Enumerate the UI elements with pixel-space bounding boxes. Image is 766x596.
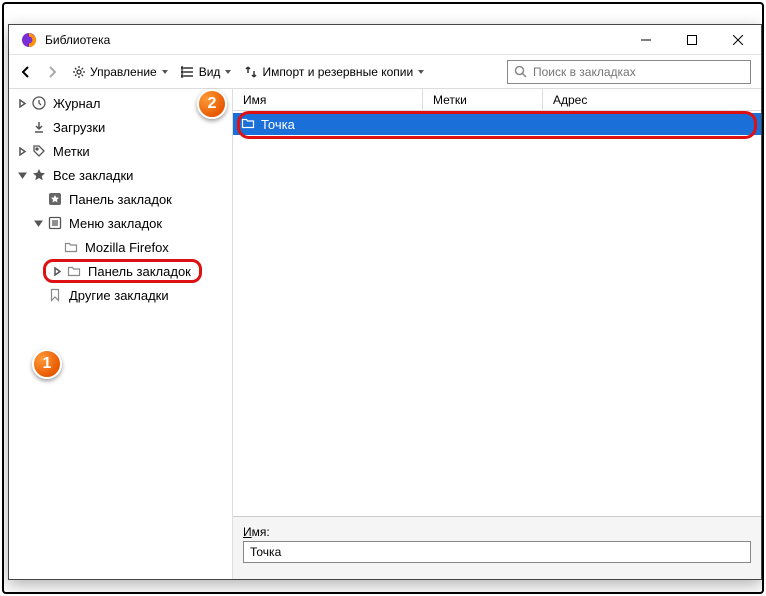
column-address[interactable]: Адрес	[543, 89, 761, 110]
import-backup-button[interactable]: Импорт и резервные копии	[239, 60, 428, 84]
views-button[interactable]: Вид	[176, 60, 236, 84]
import-label: Импорт и резервные копии	[262, 65, 413, 79]
tree-item-bookmarks-toolbar-2[interactable]: Панель закладок	[9, 259, 232, 283]
organize-label: Управление	[90, 65, 157, 79]
views-label: Вид	[199, 65, 221, 79]
close-button[interactable]	[715, 25, 761, 55]
column-name[interactable]: Имя	[233, 89, 423, 110]
folder-icon	[66, 263, 82, 279]
star-icon	[31, 167, 47, 183]
folder-icon	[241, 116, 255, 133]
list-icon	[180, 64, 196, 80]
import-icon	[243, 64, 259, 80]
download-icon	[31, 119, 47, 135]
firefox-icon	[21, 32, 37, 48]
minimize-button[interactable]	[623, 25, 669, 55]
search-input[interactable]	[533, 65, 744, 79]
library-window: Библиотека Управление Вид Импорт и резер…	[8, 24, 762, 580]
content-panel: Имя Метки Адрес Точка Имя:	[233, 89, 761, 579]
gear-icon	[71, 64, 87, 80]
forward-button[interactable]	[41, 61, 63, 83]
tree-item-other-bookmarks[interactable]: Другие закладки	[9, 283, 232, 307]
organize-button[interactable]: Управление	[67, 60, 172, 84]
back-button[interactable]	[15, 61, 37, 83]
annotation-badge-1: 1	[32, 349, 62, 379]
sidebar-tree: Журнал Загрузки Метки Все закладки	[9, 89, 233, 579]
tree-label: Загрузки	[53, 120, 105, 135]
tree-item-tags[interactable]: Метки	[9, 139, 232, 163]
tree-item-downloads[interactable]: Загрузки	[9, 115, 232, 139]
titlebar: Библиотека	[9, 25, 761, 55]
list-item[interactable]: Точка	[233, 113, 761, 135]
search-box[interactable]	[507, 60, 751, 84]
tree-label: Журнал	[53, 96, 100, 111]
window-title: Библиотека	[45, 33, 623, 47]
tree-item-mozilla-firefox[interactable]: Mozilla Firefox	[9, 235, 232, 259]
bookmark-list: Точка	[233, 111, 761, 516]
tag-icon	[31, 143, 47, 159]
tree-label: Панель закладок	[69, 192, 172, 207]
row-label: Точка	[261, 117, 295, 132]
details-panel: Имя:	[233, 516, 761, 579]
clock-icon	[31, 95, 47, 111]
annotation-badge-2: 2	[197, 89, 227, 119]
column-headers: Имя Метки Адрес	[233, 89, 761, 111]
tree-label: Все закладки	[53, 168, 133, 183]
tree-item-bookmarks-toolbar[interactable]: Панель закладок	[9, 187, 232, 211]
toolbar: Управление Вид Импорт и резервные копии	[9, 55, 761, 89]
maximize-button[interactable]	[669, 25, 715, 55]
menu-icon	[47, 215, 63, 231]
tree-label: Панель закладок	[88, 264, 191, 279]
bookmark-icon	[47, 287, 63, 303]
toolbar-star-icon	[47, 191, 63, 207]
name-input[interactable]	[243, 541, 751, 563]
tree-label: Mozilla Firefox	[85, 240, 169, 255]
tree-label: Другие закладки	[69, 288, 169, 303]
column-tags[interactable]: Метки	[423, 89, 543, 110]
folder-icon	[63, 239, 79, 255]
tree-label: Метки	[53, 144, 90, 159]
search-icon	[514, 65, 527, 78]
name-label: Имя:	[243, 525, 751, 539]
tree-item-all-bookmarks[interactable]: Все закладки	[9, 163, 232, 187]
tree-label: Меню закладок	[69, 216, 162, 231]
tree-item-bookmarks-menu[interactable]: Меню закладок	[9, 211, 232, 235]
